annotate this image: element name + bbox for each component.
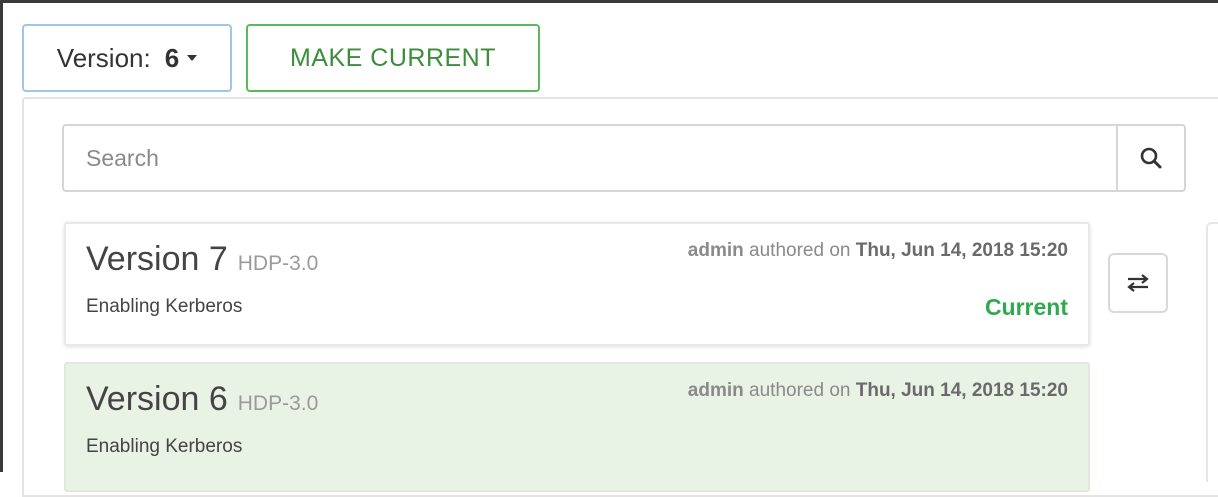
version-card-title: Version 6 HDP-3.0 — [86, 380, 318, 419]
version-title: Version 6 — [86, 380, 228, 418]
search-box — [62, 124, 1186, 192]
version-card-selected[interactable]: Version 6 HDP-3.0 admin authored on Thu, … — [64, 362, 1090, 492]
version-card[interactable]: Version 7 HDP-3.0 admin authored on Thu, … — [64, 222, 1090, 346]
version-notes: Enabling Kerberos — [86, 436, 243, 457]
authored-date: Thu, Jun 14, 2018 15:20 — [855, 240, 1068, 261]
compare-button[interactable] — [1108, 253, 1168, 313]
version-dropdown[interactable]: Version: 6 — [22, 24, 232, 92]
version-title: Version 7 — [86, 240, 228, 278]
version-card-title: Version 7 HDP-3.0 — [86, 240, 318, 279]
author-name: admin — [687, 380, 744, 401]
version-notes: Enabling Kerberos — [86, 296, 243, 317]
version-author-line: admin authored on Thu, Jun 14, 2018 15:2… — [688, 240, 1068, 262]
search-input[interactable] — [64, 126, 1114, 190]
author-name: admin — [687, 240, 744, 261]
authored-on-text: authored on — [749, 380, 851, 401]
version-dropdown-value: 6 — [164, 42, 180, 73]
search-button[interactable] — [1116, 126, 1184, 190]
authored-on-text: authored on — [749, 240, 851, 261]
compare-arrows-icon — [1127, 274, 1149, 292]
search-icon — [1140, 147, 1162, 169]
version-dropdown-label: Version: — [56, 42, 151, 73]
version-author-line: admin authored on Thu, Jun 14, 2018 15:2… — [688, 380, 1068, 402]
stack-version: HDP-3.0 — [237, 392, 319, 415]
current-status-label: Current — [984, 294, 1068, 320]
compare-panel-edge — [1206, 222, 1218, 482]
stack-version: HDP-3.0 — [237, 252, 319, 275]
chevron-down-icon — [187, 55, 198, 61]
authored-date: Thu, Jun 14, 2018 15:20 — [855, 380, 1068, 401]
make-current-button[interactable]: MAKE CURRENT — [246, 24, 540, 92]
window-frame-left — [0, 0, 3, 472]
window-frame-top — [0, 0, 1218, 3]
